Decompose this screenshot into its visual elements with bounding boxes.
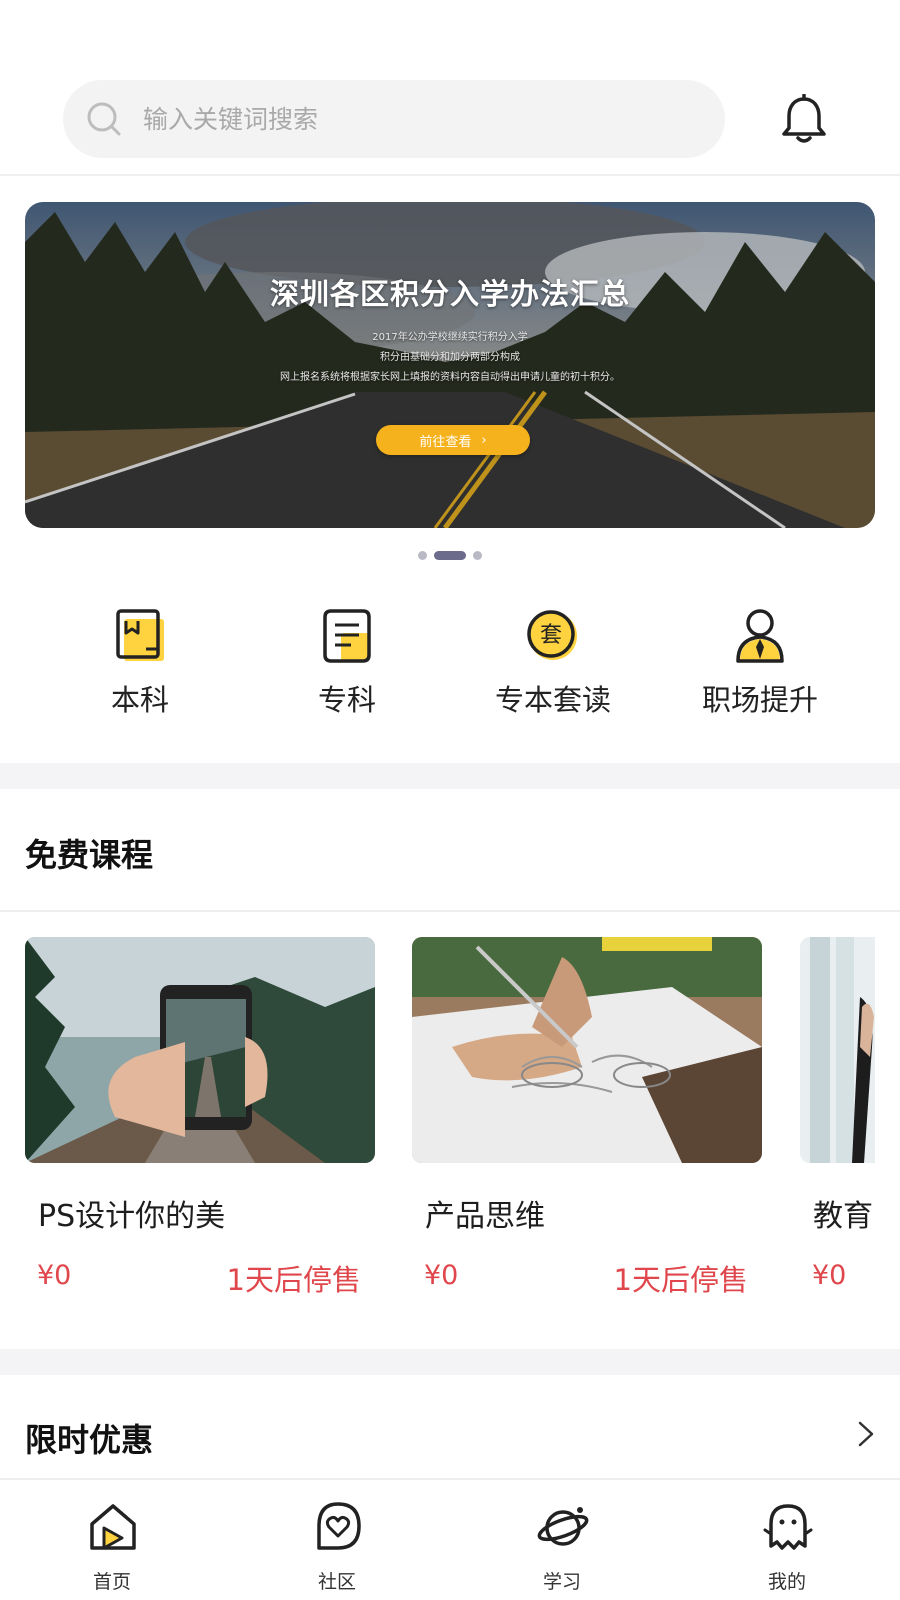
- person-tie-icon: [736, 609, 784, 663]
- bell-icon[interactable]: [780, 94, 828, 146]
- tab-community[interactable]: 社区: [267, 1480, 407, 1600]
- divider: [0, 910, 900, 912]
- banner-cta-label: 前往查看: [419, 434, 472, 450]
- carousel-dot[interactable]: [473, 551, 482, 560]
- category-career[interactable]: 职场提升: [670, 607, 850, 717]
- course-price: ¥0: [37, 1260, 72, 1291]
- course-name: 教育: [813, 1199, 873, 1234]
- category-label: 职场提升: [701, 683, 818, 717]
- package-icon: 套: [527, 610, 577, 660]
- package-badge: 套: [540, 623, 562, 648]
- carousel-indicator[interactable]: [0, 551, 900, 560]
- book-icon: [116, 609, 164, 661]
- header: [0, 0, 900, 176]
- tab-label: 我的: [767, 1571, 806, 1593]
- course-name: 产品思维: [425, 1199, 545, 1234]
- bottom-tab-bar: 首页 社区 学习 我的: [0, 1478, 900, 1600]
- limited-offers-title[interactable]: 限时优惠: [25, 1415, 153, 1461]
- banner-line-1: 2017年公办学校继续实行积分入学: [372, 332, 528, 343]
- chevron-right-icon: ›: [481, 432, 487, 448]
- carousel-dot-active[interactable]: [434, 551, 466, 560]
- course-thumbnail: [25, 937, 375, 1163]
- search-input[interactable]: [143, 80, 703, 158]
- profile-icon: [763, 1504, 813, 1550]
- document-icon: [323, 609, 371, 663]
- category-grid: 本科 专科 套 专本套读 职场提升: [0, 607, 900, 717]
- chevron-right-icon[interactable]: [855, 1419, 877, 1449]
- promo-banner[interactable]: 深圳各区积分入学办法汇总 2017年公办学校继续实行积分入学 积分由基础分和加分…: [25, 202, 875, 528]
- tab-label: 学习: [542, 1571, 581, 1593]
- banner-title: 深圳各区积分入学办法汇总: [269, 277, 630, 311]
- course-thumbnail: [412, 937, 762, 1163]
- home-icon: [90, 1504, 136, 1550]
- banner-line-2: 积分由基础分和加分两部分构成: [380, 352, 520, 363]
- course-carousel[interactable]: PS设计你的美 ¥0 1天后停售 产品思维 ¥0 1天后停售 教育 ¥0: [0, 920, 875, 1320]
- course-thumbnail: [800, 937, 875, 1163]
- course-price: ¥0: [812, 1260, 847, 1291]
- banner-image: [25, 202, 875, 528]
- tab-label: 社区: [317, 1571, 356, 1593]
- course-status: 1天后停售: [613, 1263, 748, 1297]
- search-bar[interactable]: [63, 80, 725, 158]
- section-divider: [0, 1349, 900, 1375]
- category-undergraduate[interactable]: 本科: [50, 607, 230, 717]
- tab-home[interactable]: 首页: [42, 1480, 182, 1600]
- category-label: 本科: [110, 683, 169, 717]
- free-courses-title: 免费课程: [25, 836, 154, 874]
- category-combined[interactable]: 套 专本套读: [463, 607, 643, 717]
- banner-line-3: 网上报名系统将根据家长网上填报的资料内容自动得出申请儿童的初十积分。: [280, 372, 620, 383]
- category-label: 专本套读: [494, 683, 611, 717]
- tab-study[interactable]: 学习: [492, 1480, 632, 1600]
- banner-cta-button[interactable]: 前往查看 ›: [376, 425, 530, 455]
- tab-profile[interactable]: 我的: [717, 1480, 857, 1600]
- course-price: ¥0: [424, 1260, 459, 1291]
- section-divider: [0, 763, 900, 789]
- community-icon: [317, 1502, 361, 1550]
- carousel-dot[interactable]: [418, 551, 427, 560]
- search-icon: [87, 102, 121, 136]
- tab-label: 首页: [92, 1571, 131, 1593]
- course-status: 1天后停售: [226, 1263, 361, 1297]
- category-label: 专科: [317, 683, 376, 717]
- course-name: PS设计你的美: [38, 1199, 226, 1234]
- planet-icon: [537, 1507, 589, 1546]
- category-college[interactable]: 专科: [257, 607, 437, 717]
